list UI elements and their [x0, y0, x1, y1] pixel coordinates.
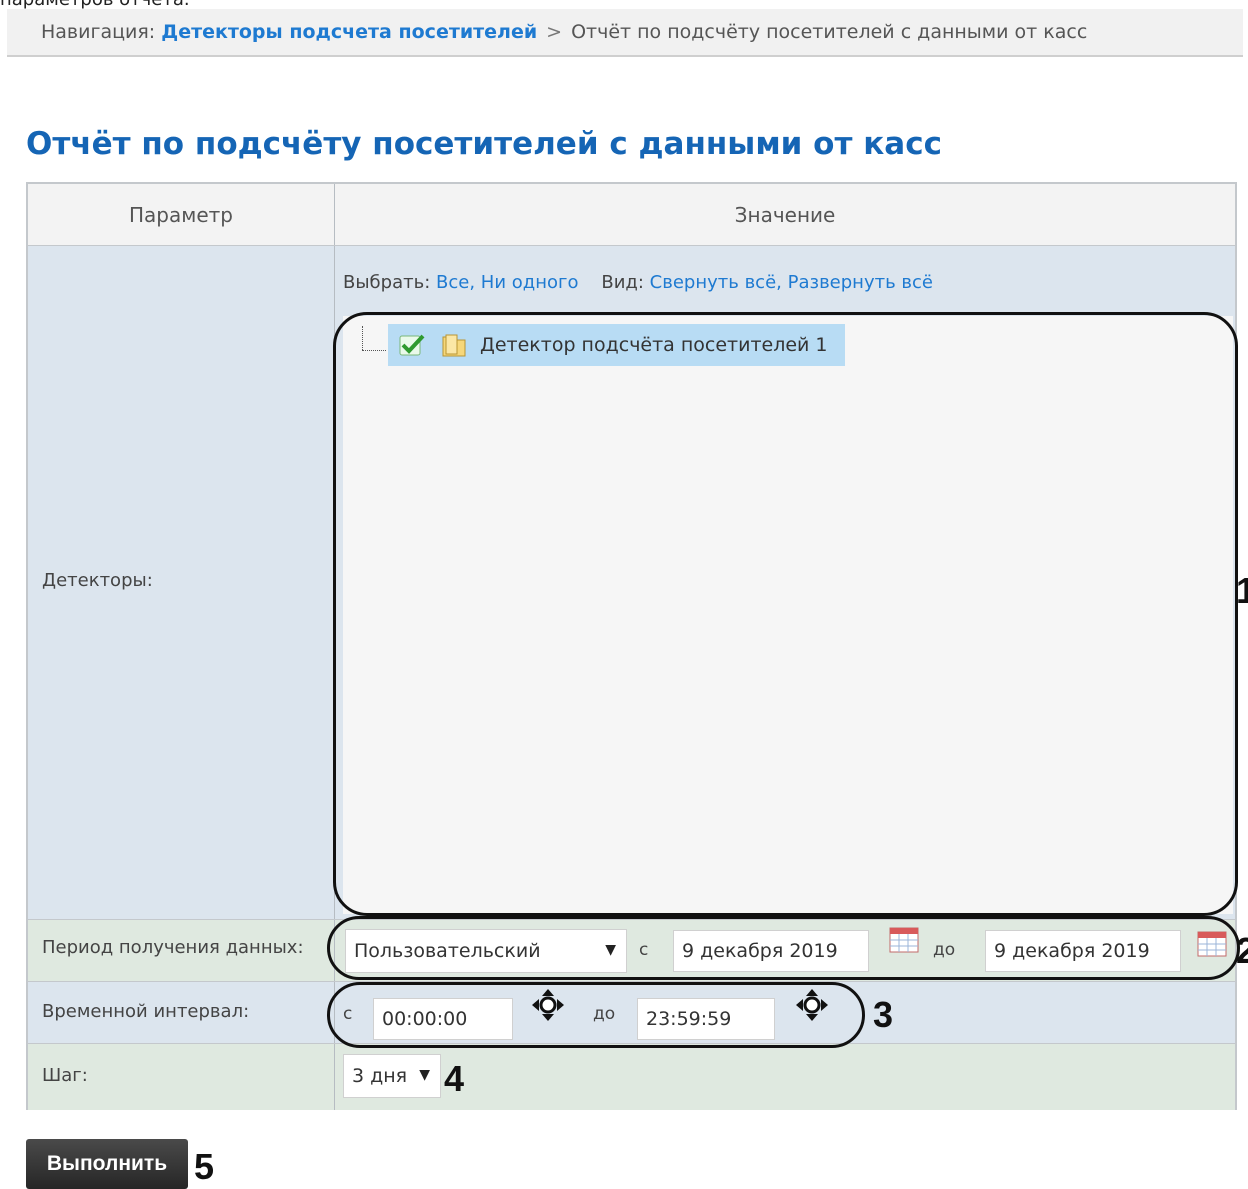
time-interval-label: Временной интервал:	[42, 1001, 250, 1022]
callout-number-1: 1	[1236, 570, 1248, 611]
select-none-link[interactable]: Ни одного	[481, 272, 579, 293]
calendar-icon[interactable]	[889, 927, 919, 953]
time-interval-row: Временной интервал: с 00:00:00 до 23:59:…	[28, 982, 1235, 1044]
time-from-label: с	[343, 1004, 353, 1024]
breadcrumb-separator: >	[546, 21, 563, 43]
view-label: Вид:	[601, 272, 644, 293]
time-from-input[interactable]: 00:00:00	[373, 998, 513, 1040]
step-dropdown-value: 3 дня	[352, 1065, 408, 1087]
detectors-tree[interactable]: Детектор подсчёта посетителей 1	[343, 316, 1233, 914]
step-label: Шаг:	[42, 1065, 88, 1086]
breadcrumb-link-detectors[interactable]: Детекторы подсчета посетителей	[161, 21, 537, 43]
period-row: Период получения данных: Пользовательски…	[28, 920, 1235, 982]
tree-item-label: Детектор подсчёта посетителей 1	[480, 334, 828, 356]
period-to-date-input[interactable]: 9 декабря 2019	[985, 930, 1181, 972]
period-dropdown[interactable]: Пользовательский ▼	[345, 929, 627, 973]
callout-number-2: 2	[1236, 930, 1248, 971]
tree-connector	[362, 350, 386, 351]
folder-icon	[442, 334, 466, 357]
period-to-label: до	[933, 940, 956, 960]
breadcrumb-current: Отчёт по подсчёту посетителей с данными …	[571, 21, 1088, 43]
period-from-date-input[interactable]: 9 декабря 2019	[673, 930, 869, 972]
time-to-input[interactable]: 23:59:59	[637, 998, 775, 1040]
dropdown-arrow-icon: ▼	[605, 942, 616, 958]
callout-number-5: 5	[194, 1146, 215, 1187]
collapse-all-link[interactable]: Свернуть всё,	[650, 272, 782, 293]
time-spinner-icon[interactable]	[795, 988, 829, 1022]
header-parameter: Параметр	[129, 202, 233, 227]
period-dropdown-value: Пользовательский	[354, 940, 541, 962]
expand-all-link[interactable]: Развернуть всё	[788, 272, 933, 293]
detectors-row: Детекторы: Выбрать: Все, Ни одного Вид: …	[28, 246, 1235, 920]
time-spinner-icon[interactable]	[531, 988, 565, 1022]
breadcrumb-prefix: Навигация:	[41, 21, 156, 43]
table-header-row: Параметр Значение	[28, 184, 1235, 246]
detectors-label: Детекторы:	[42, 570, 153, 591]
calendar-icon[interactable]	[1197, 931, 1227, 957]
checkbox-checked-icon[interactable]	[398, 333, 426, 357]
step-dropdown[interactable]: 3 дня ▼	[343, 1054, 441, 1098]
header-value: Значение	[734, 202, 836, 227]
step-row: Шаг: 3 дня ▼	[28, 1044, 1235, 1110]
dropdown-arrow-icon: ▼	[419, 1067, 430, 1083]
tree-item-detector-1[interactable]: Детектор подсчёта посетителей 1	[388, 324, 845, 366]
period-label: Период получения данных:	[42, 937, 304, 958]
run-button[interactable]: Выполнить	[26, 1139, 188, 1189]
page-title: Отчёт по подсчёту посетителей с данными …	[26, 126, 942, 162]
select-label: Выбрать:	[343, 272, 431, 293]
tree-controls: Выбрать: Все, Ни одного Вид: Свернуть вс…	[343, 272, 933, 293]
callout-number-4: 4	[444, 1058, 465, 1099]
time-to-label: до	[593, 1004, 616, 1024]
breadcrumb: Навигация: Детекторы подсчета посетителе…	[7, 9, 1243, 57]
period-from-label: с	[639, 940, 649, 960]
tree-connector	[362, 326, 363, 350]
callout-number-3: 3	[873, 994, 894, 1035]
select-all-link[interactable]: Все,	[436, 272, 475, 293]
report-parameters-table: Параметр Значение Детекторы: Выбрать: Вс…	[26, 182, 1237, 1110]
